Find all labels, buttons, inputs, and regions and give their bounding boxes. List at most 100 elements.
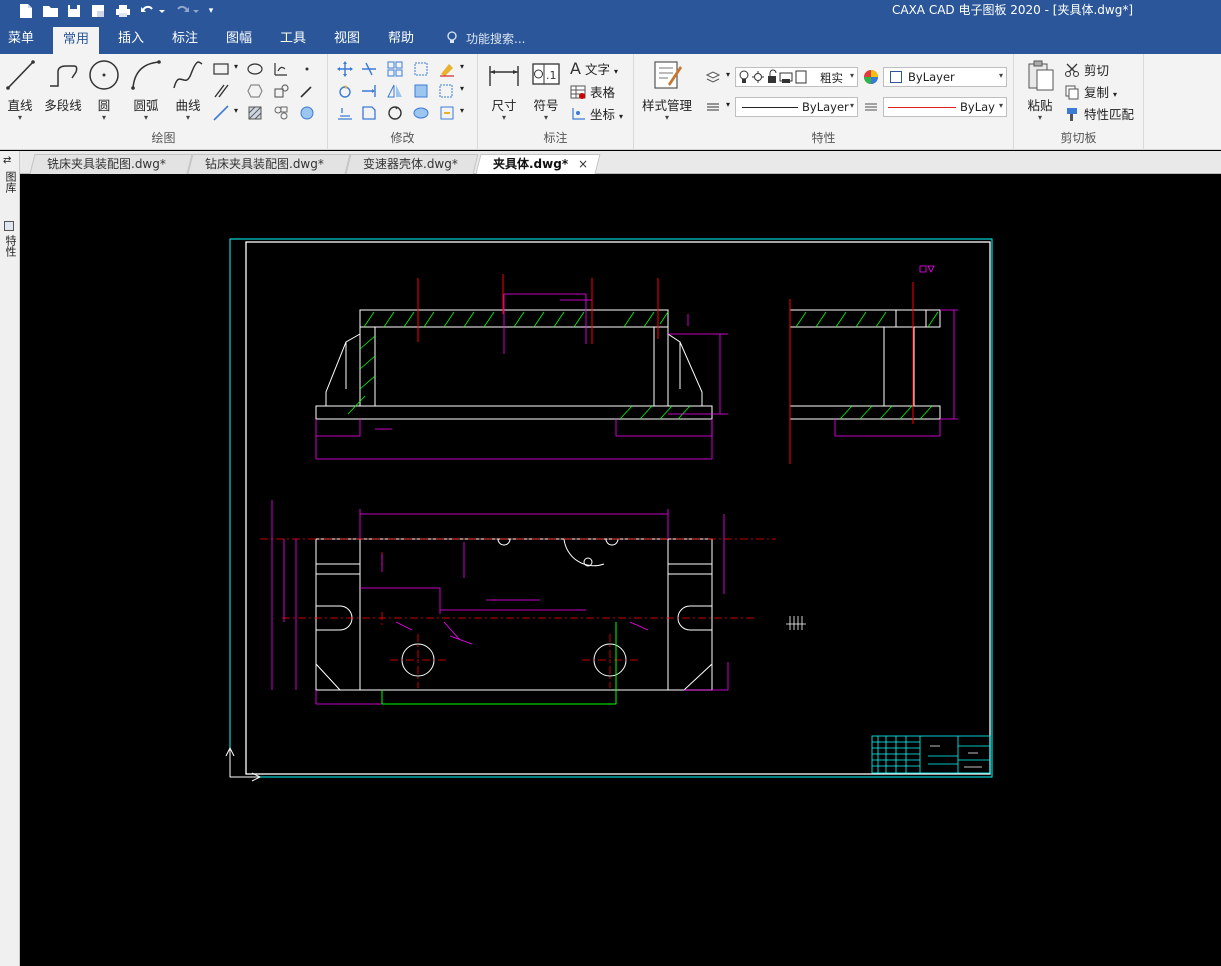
customize-quick-access-icon[interactable]: ▾ <box>205 2 217 20</box>
lineweight-select[interactable]: ByLay ▾ <box>883 97 1007 117</box>
match-properties-button[interactable]: 特性匹配 <box>1064 104 1134 123</box>
match-properties-label: 特性匹配 <box>1083 107 1134 122</box>
chamfer-icon[interactable] <box>360 104 378 122</box>
move-icon[interactable] <box>336 60 354 78</box>
ellipse-icon[interactable] <box>246 60 264 78</box>
lineweight-icon[interactable] <box>862 98 880 116</box>
cut-label: 剪切 <box>1083 63 1109 78</box>
text-dropdown-icon[interactable]: ▾ <box>614 67 618 76</box>
rotate-icon[interactable] <box>336 82 354 100</box>
save-icon[interactable] <box>66 2 82 20</box>
construction-line-dropdown-icon[interactable]: ▾ <box>234 106 238 115</box>
point-icon[interactable] <box>298 60 316 78</box>
menu-tab-view[interactable]: 视图 <box>326 26 368 54</box>
close-tab-icon[interactable]: × <box>578 155 588 173</box>
centerline-icon[interactable] <box>272 60 290 78</box>
arc-button[interactable]: 圆弧 ▾ <box>126 58 166 122</box>
doc-tab-milling-fixture-label: 铣床夹具装配图.dwg* <box>47 157 166 171</box>
doc-tab-drilling-fixture[interactable]: 钻床夹具装配图.dwg* <box>187 154 351 174</box>
trim-icon[interactable] <box>360 60 378 78</box>
circle-button[interactable]: 圆 ▾ <box>84 58 124 122</box>
block-icon[interactable] <box>272 104 290 122</box>
erase-dropdown-icon[interactable]: ▾ <box>460 62 464 71</box>
table-button[interactable]: 表格 <box>570 82 615 101</box>
symbol-button[interactable]: .1 符号 ▾ <box>526 58 566 122</box>
hatch-icon[interactable] <box>246 104 264 122</box>
doc-tab-gearbox-housing[interactable]: 变速器壳体.dwg* <box>345 154 479 174</box>
pick-icon[interactable] <box>298 82 316 100</box>
spline-icon[interactable] <box>272 82 290 100</box>
region-icon[interactable] <box>298 104 316 122</box>
rectangle-dropdown-icon[interactable]: ▾ <box>234 62 238 71</box>
arc-dropdown-icon[interactable]: ▾ <box>126 114 166 122</box>
color-select[interactable]: ByLayer ▾ <box>883 67 1007 87</box>
parallel-line-icon[interactable] <box>212 82 230 100</box>
erase-icon[interactable] <box>438 60 456 78</box>
layer-select[interactable]: 粗实 ▾ <box>735 67 858 87</box>
text-button[interactable]: A 文字 ▾ <box>570 59 618 78</box>
linetype-select[interactable]: ByLayer ▾ <box>735 97 858 117</box>
open-icon[interactable] <box>42 2 60 20</box>
extend-icon[interactable] <box>360 82 378 100</box>
cut-button[interactable]: 剪切 <box>1064 60 1109 79</box>
layer-manager-dropdown-icon[interactable]: ▾ <box>726 70 730 79</box>
left-tab-properties[interactable]: 特性 <box>2 235 18 257</box>
line-button[interactable]: 直线 ▾ <box>0 58 40 122</box>
dimension-button[interactable]: 尺寸 ▾ <box>484 58 524 122</box>
curve-dropdown-icon[interactable]: ▾ <box>168 114 208 122</box>
construction-line-icon[interactable] <box>212 104 230 122</box>
style-manager-button[interactable]: 样式管理 ▾ <box>640 58 694 122</box>
curve-button[interactable]: 曲线 ▾ <box>168 58 208 122</box>
menu-tab-insert[interactable]: 插入 <box>110 26 152 54</box>
save-as-icon[interactable] <box>90 2 106 20</box>
layer-manager-icon[interactable] <box>704 68 722 86</box>
menu-tab-annotate[interactable]: 标注 <box>164 26 206 54</box>
undo-icon[interactable] <box>138 2 166 20</box>
stretch-dropdown-icon[interactable]: ▾ <box>460 84 464 93</box>
rectangle-icon[interactable] <box>212 60 230 78</box>
coordinate-button[interactable]: 坐标 ▾ <box>570 104 623 123</box>
break-icon[interactable] <box>412 104 430 122</box>
scale-icon[interactable] <box>412 60 430 78</box>
fillet-icon[interactable] <box>386 104 404 122</box>
dimension-dropdown-icon[interactable]: ▾ <box>484 114 524 122</box>
menu-tab-tools[interactable]: 工具 <box>272 26 314 54</box>
left-tab-library[interactable]: 图库 <box>2 171 18 193</box>
redo-icon[interactable] <box>172 2 200 20</box>
copy-dropdown-icon[interactable]: ▾ <box>1113 90 1117 99</box>
dimension-icon <box>489 66 519 86</box>
new-icon[interactable] <box>18 2 34 20</box>
doc-tab-fixture-body[interactable]: 夹具体.dwg* × <box>475 154 601 174</box>
align-dropdown-icon[interactable]: ▾ <box>460 106 464 115</box>
polygon-icon[interactable] <box>246 82 264 100</box>
menu-tab-menu[interactable]: 菜单 <box>0 26 42 54</box>
copy-button[interactable]: 复制 ▾ <box>1064 82 1117 101</box>
paste-dropdown-icon[interactable]: ▾ <box>1020 114 1060 122</box>
coordinate-dropdown-icon[interactable]: ▾ <box>619 112 623 121</box>
symbol-dropdown-icon[interactable]: ▾ <box>526 114 566 122</box>
style-manager-dropdown-icon[interactable]: ▾ <box>640 114 694 122</box>
drawing-canvas[interactable] <box>20 174 1221 966</box>
mirror-icon[interactable] <box>386 82 404 100</box>
circle-dropdown-icon[interactable]: ▾ <box>84 114 124 122</box>
array-icon[interactable] <box>386 60 404 78</box>
align-icon[interactable] <box>438 104 456 122</box>
line-dropdown-icon[interactable]: ▾ <box>0 114 40 122</box>
feature-search[interactable]: 功能搜索... <box>446 26 525 54</box>
linetype-dropdown-icon[interactable]: ▾ <box>726 100 730 109</box>
menu-tab-sheet[interactable]: 图幅 <box>218 26 260 54</box>
color-wheel-icon[interactable] <box>862 68 880 86</box>
linetype-icon[interactable] <box>704 98 722 116</box>
offset-icon[interactable] <box>336 104 354 122</box>
panel-pin-icon[interactable]: ⇄ <box>3 155 11 166</box>
doc-tab-drilling-fixture-label: 钻床夹具装配图.dwg* <box>205 157 324 171</box>
paste-button[interactable]: 粘贴 ▾ <box>1020 58 1060 122</box>
doc-tab-milling-fixture[interactable]: 铣床夹具装配图.dwg* <box>29 154 193 174</box>
menu-tab-help[interactable]: 帮助 <box>380 26 422 54</box>
polyline-button[interactable]: 多段线 <box>42 58 84 122</box>
menu-tab-home[interactable]: 常用 <box>53 27 100 54</box>
explode-icon[interactable] <box>412 82 430 100</box>
stretch-icon[interactable] <box>438 82 456 100</box>
color-select-value: ByLayer <box>908 70 955 84</box>
print-icon[interactable] <box>114 2 132 20</box>
